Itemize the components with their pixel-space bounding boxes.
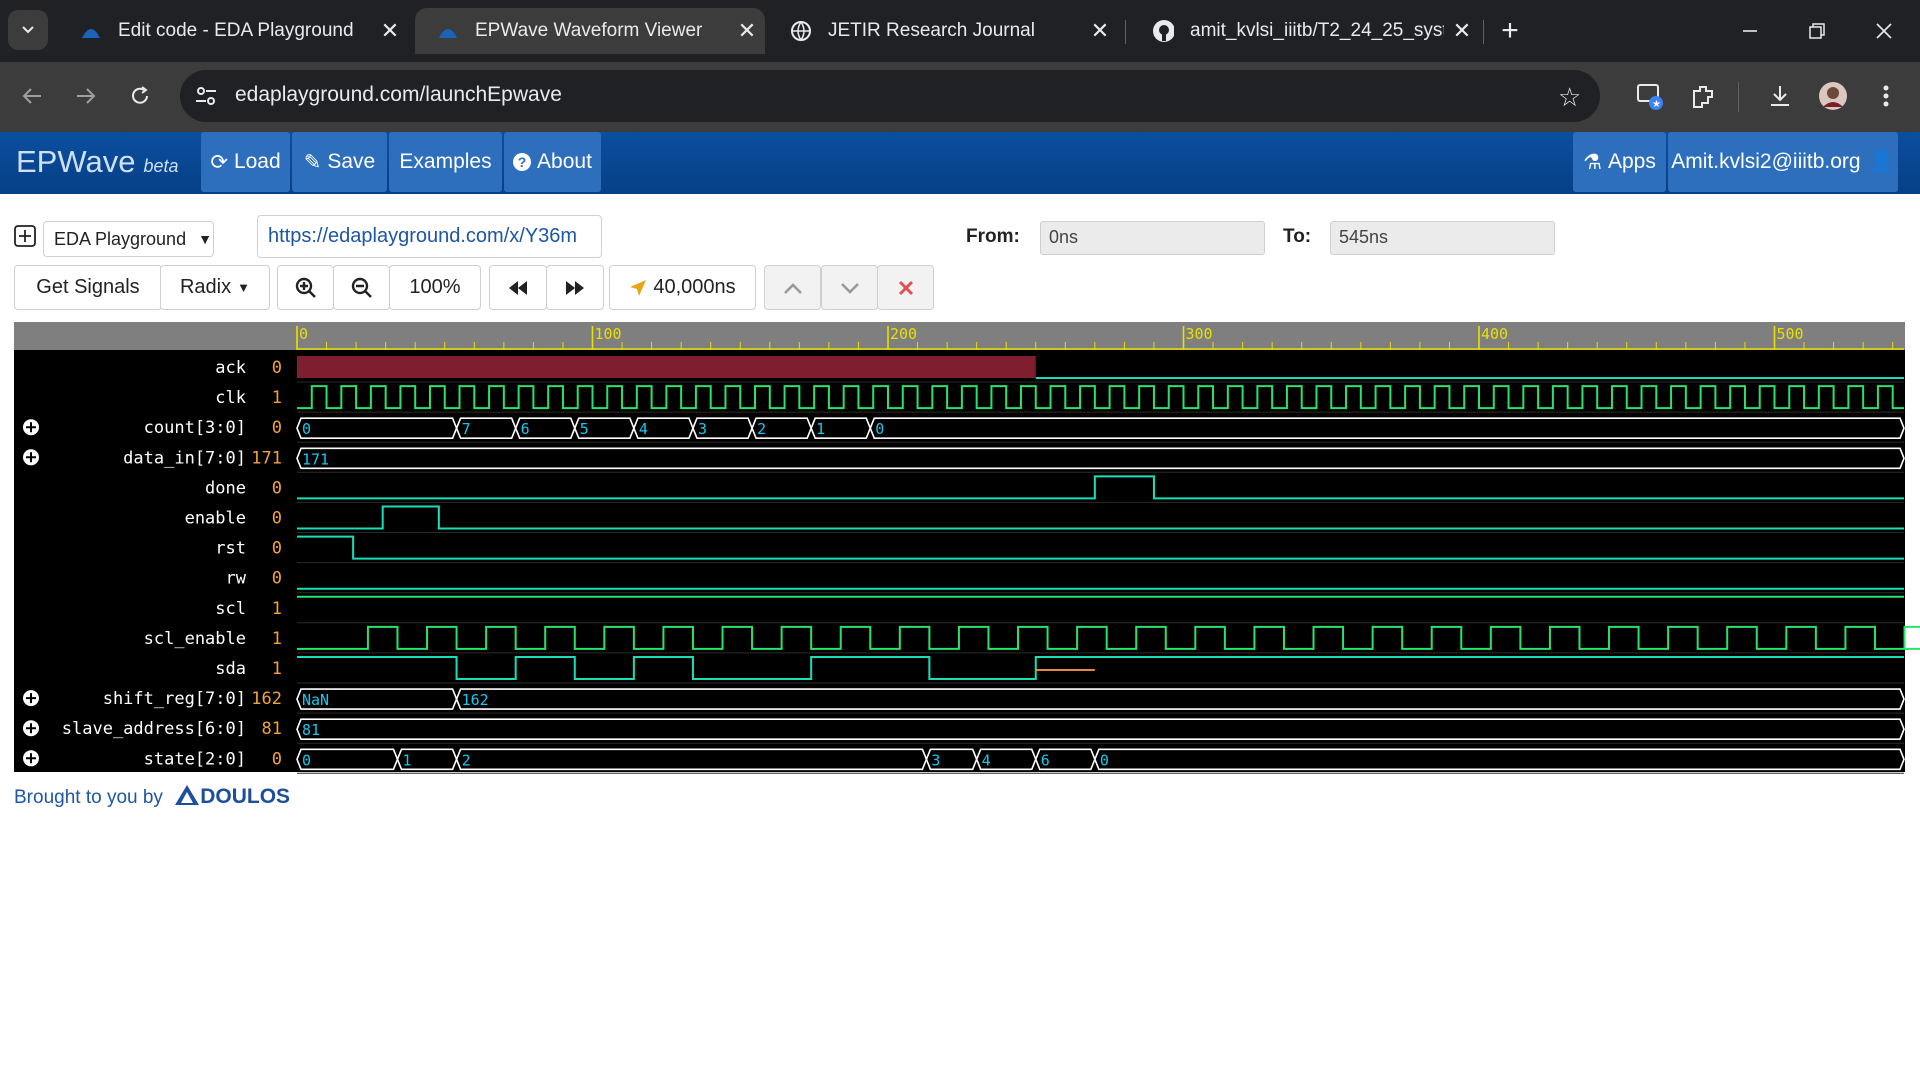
location-arrow-icon [630, 279, 647, 296]
close-icon[interactable]: ✕ [1082, 18, 1118, 44]
caret-down-icon: ▼ [237, 280, 250, 295]
from-label: From: [966, 226, 1020, 247]
arrow-right-icon [77, 88, 96, 104]
tab-title: EPWave Waveform Viewer [475, 20, 703, 41]
expand-panel-icon[interactable] [14, 225, 36, 252]
zoom-out-icon [351, 277, 372, 298]
chevron-down-icon [840, 282, 859, 294]
time-ruler [14, 322, 1905, 350]
zoom-level[interactable]: 100% [389, 265, 481, 310]
close-icon [898, 280, 913, 295]
tab-github[interactable]: amit_kvlsi_iiitb/T2_24_25_system ✕ [1130, 8, 1480, 54]
save-button[interactable]: ✎ Save [292, 132, 387, 192]
get-signals-button[interactable]: Get Signals [14, 265, 162, 310]
tab-epwave[interactable]: EPWave Waveform Viewer ✕ [415, 8, 765, 54]
site-settings-icon[interactable] [194, 84, 218, 113]
eda-icon [437, 20, 459, 42]
restore-button[interactable] [1797, 12, 1837, 50]
about-button[interactable]: ? About [504, 132, 601, 192]
refresh-icon: ⟳ [210, 150, 228, 174]
close-icon[interactable]: ✕ [729, 18, 765, 44]
address-bar[interactable]: edaplayground.com/launchEpwave ☆ [180, 70, 1600, 122]
cursor-time-button[interactable]: 40,000ns [609, 265, 756, 310]
move-signal-up-button[interactable] [764, 265, 821, 310]
chevron-up-icon [783, 282, 802, 294]
doulos-logo[interactable]: DOULOS [174, 785, 290, 808]
zoom-in-icon [295, 277, 316, 298]
share-url-field[interactable]: https://edaplayground.com/x/Y36m [257, 215, 602, 258]
bookmark-star-icon[interactable]: ☆ [1558, 82, 1581, 113]
zoom-out-button[interactable] [333, 265, 390, 310]
avatar[interactable] [1813, 76, 1853, 116]
to-input[interactable]: 545ns [1330, 221, 1555, 255]
load-button[interactable]: ⟳ Load [201, 132, 290, 192]
tab-edit-code[interactable]: Edit code - EDA Playground ✕ [58, 8, 408, 54]
fast-forward-icon [566, 280, 584, 295]
close-icon[interactable]: ✕ [1444, 18, 1480, 44]
url-text: edaplayground.com/launchEpwave [235, 83, 562, 106]
minimize-icon [1743, 30, 1757, 32]
forward-button[interactable] [66, 76, 106, 116]
github-icon [1152, 20, 1174, 42]
apps-button[interactable]: ⚗ Apps [1573, 132, 1666, 192]
browser-tab-strip: Edit code - EDA Playground ✕ EPWave Wave… [0, 0, 1920, 62]
reload-button[interactable] [120, 76, 160, 116]
examples-button[interactable]: Examples [389, 132, 502, 192]
rewind-icon [509, 280, 527, 295]
svg-text:★: ★ [1652, 99, 1661, 110]
close-icon [1876, 23, 1892, 39]
chevron-down-icon [22, 26, 34, 34]
prev-edge-button[interactable] [489, 265, 547, 310]
user-icon: 👤 [1868, 150, 1895, 173]
zoom-in-button[interactable] [277, 265, 334, 310]
browser-toolbar: edaplayground.com/launchEpwave ☆ ★ [0, 62, 1920, 132]
waveform-panel [14, 322, 1905, 772]
tab-title: Edit code - EDA Playground [118, 20, 354, 41]
cast-icon[interactable]: ★ [1630, 76, 1670, 116]
reload-icon [132, 86, 148, 104]
brand-logo[interactable]: EPWave beta [16, 144, 179, 180]
new-tab-button[interactable]: + [1490, 12, 1530, 50]
doulos-mark-icon [175, 785, 200, 805]
extensions-icon[interactable] [1683, 76, 1723, 116]
download-icon[interactable] [1760, 76, 1800, 116]
radix-dropdown[interactable]: Radix ▼ [160, 265, 270, 310]
tab-title: amit_kvlsi_iiitb/T2_24_25_system [1190, 20, 1444, 41]
epwave-header: EPWave beta ⟳ Load ✎ Save Examples ? About ⚗… [0, 132, 1920, 194]
brand-name: EPWave [16, 144, 136, 179]
footer-text: Brought to you by [14, 787, 163, 808]
minimize-button[interactable] [1730, 12, 1770, 50]
user-button[interactable]: Amit.kvlsi2@iiitb.org 👤 [1668, 132, 1898, 192]
to-label: To: [1283, 226, 1312, 247]
next-edge-button[interactable] [546, 265, 604, 310]
chevron-down-icon: ▼ [198, 231, 212, 247]
remove-signal-button[interactable] [877, 265, 934, 310]
globe-icon [790, 20, 812, 42]
move-signal-down-button[interactable] [821, 265, 878, 310]
footer: Brought to you by DOULOS [14, 784, 290, 809]
restore-icon [1809, 23, 1825, 39]
source-select[interactable]: EDA Playground ▼ [43, 221, 214, 257]
flask-icon: ⚗ [1583, 150, 1602, 174]
brand-suffix: beta [143, 156, 179, 176]
tab-jetir[interactable]: JETIR Research Journal ✕ [768, 8, 1118, 54]
from-input[interactable]: 0ns [1040, 221, 1265, 255]
back-button[interactable] [12, 76, 52, 116]
tab-title: JETIR Research Journal [828, 20, 1035, 41]
arrow-left-icon [22, 88, 41, 104]
eda-icon [80, 20, 102, 42]
menu-icon[interactable] [1866, 76, 1906, 116]
question-icon: ? [513, 153, 532, 171]
pencil-icon: ✎ [303, 150, 322, 174]
window-close-button[interactable] [1864, 12, 1904, 50]
close-icon[interactable]: ✕ [372, 18, 408, 44]
tab-search-button[interactable] [8, 10, 48, 50]
